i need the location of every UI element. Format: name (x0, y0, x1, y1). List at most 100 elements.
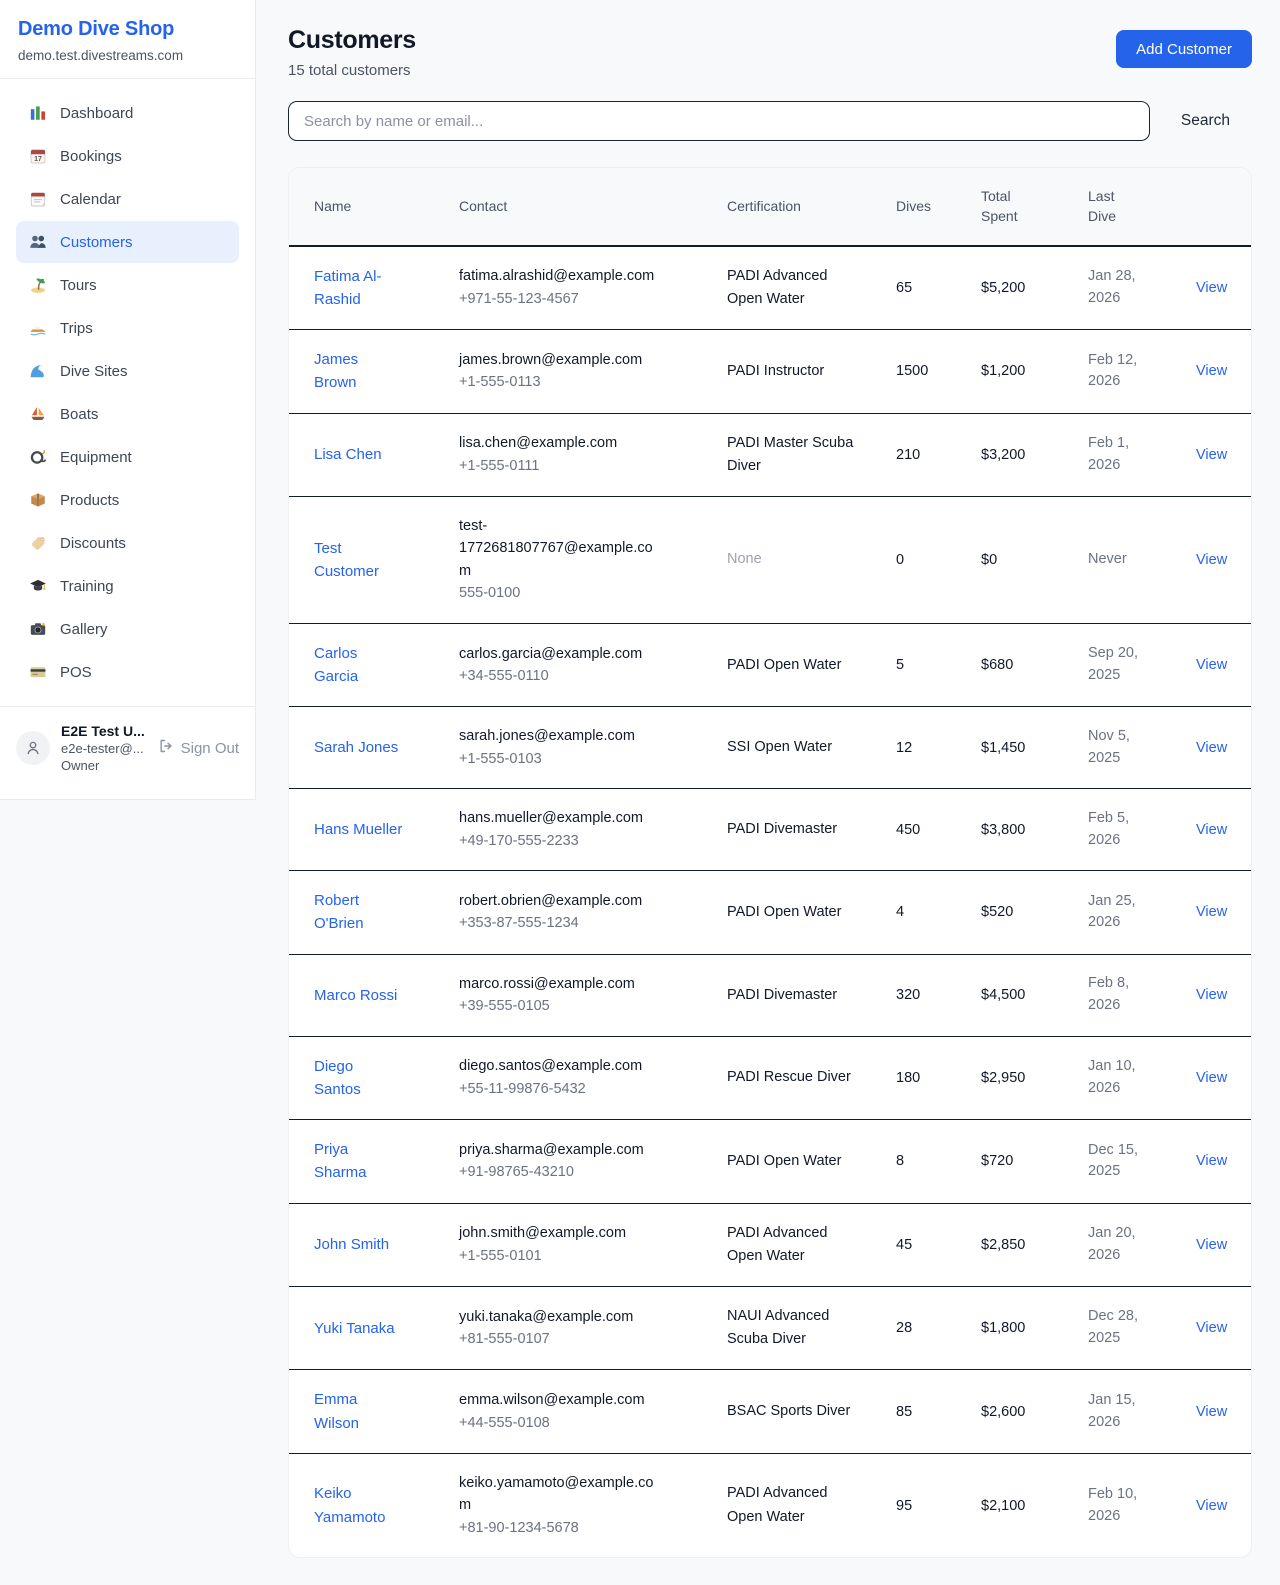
view-customer-link[interactable]: View (1196, 822, 1227, 838)
view-customer-link[interactable]: View (1196, 1320, 1227, 1336)
column-header-certification: Certification (727, 168, 896, 246)
customer-name-link[interactable]: Yuki Tanaka (314, 1320, 395, 1337)
sidebar-item-pos[interactable]: POS (16, 651, 239, 693)
cell-actions: View (1196, 1453, 1252, 1557)
person-icon (24, 739, 42, 757)
customer-certification: BSAC Sports Diver (727, 1403, 850, 1419)
view-customer-link[interactable]: View (1196, 552, 1227, 568)
sidebar-item-discounts[interactable]: Discounts (16, 522, 239, 564)
brand: Demo Dive Shop demo.test.divestreams.com (0, 0, 255, 78)
cell-actions: View (1196, 707, 1252, 789)
view-customer-link[interactable]: View (1196, 1070, 1227, 1086)
table-row: Diego Santosdiego.santos@example.com+55-… (289, 1036, 1252, 1120)
sidebar-item-training[interactable]: Training (16, 565, 239, 607)
table-row: Hans Muellerhans.mueller@example.com+49-… (289, 789, 1252, 871)
sign-out-label: Sign Out (181, 740, 239, 757)
customer-name-link[interactable]: Diego Santos (314, 1058, 361, 1098)
sidebar-item-equipment[interactable]: Equipment (16, 436, 239, 478)
search-button[interactable]: Search (1181, 112, 1230, 130)
sidebar-item-customers[interactable]: Customers (16, 221, 239, 263)
cell-actions: View (1196, 789, 1252, 871)
cell-dives: 320 (896, 954, 981, 1036)
cell-last-dive: Jan 28, 2026 (1088, 246, 1196, 330)
cell-last-dive: Never (1088, 496, 1196, 623)
view-customer-link[interactable]: View (1196, 657, 1227, 673)
view-customer-link[interactable]: View (1196, 987, 1227, 1003)
table-row: Keiko Yamamoto keiko.yamamoto@example.com… (289, 1453, 1252, 1557)
table-row: Carlos Garciacarlos.garcia@example.com+3… (289, 623, 1252, 707)
customer-phone: +39-555-0105 (459, 995, 661, 1017)
cell-dives: 95 (896, 1453, 981, 1557)
view-customer-link[interactable]: View (1196, 740, 1227, 756)
view-customer-link[interactable]: View (1196, 1404, 1227, 1420)
view-customer-link[interactable]: View (1196, 1498, 1227, 1514)
sign-out-button[interactable]: Sign Out (158, 738, 239, 758)
table-row: Fatima Al-Rashidfatima.alrashid@example.… (289, 246, 1252, 330)
view-customer-link[interactable]: View (1196, 447, 1227, 463)
graduation-cap-icon (29, 577, 47, 595)
cell-total-spent: $1,450 (981, 707, 1088, 789)
cell-contact: james.brown@example.com+1-555-0113 (459, 330, 727, 414)
table-row: Priya Sharma priya.sharma@example.com+91-… (289, 1120, 1252, 1204)
cell-name: Keiko Yamamoto (289, 1453, 459, 1557)
sidebar-item-dive-sites[interactable]: Dive Sites (16, 350, 239, 392)
customer-name-link[interactable]: Hans Mueller (314, 821, 402, 838)
cell-certification: PADI Advanced Open Water (727, 246, 896, 330)
sidebar-item-tours[interactable]: Tours (16, 264, 239, 306)
user-section: E2E Test U... e2e-tester@... Owner Sign … (0, 707, 255, 799)
view-customer-link[interactable]: View (1196, 904, 1227, 920)
customer-name-link[interactable]: Test Customer (314, 540, 379, 580)
table-header-row: Name Contact Certification Dives Total S… (289, 168, 1252, 246)
customer-name-link[interactable]: Priya Sharma (314, 1141, 367, 1181)
cell-last-dive: Feb 8, 2026 (1088, 954, 1196, 1036)
calendar-icon (29, 190, 47, 208)
customer-name-link[interactable]: Lisa Chen (314, 446, 382, 463)
cell-total-spent: $520 (981, 871, 1088, 955)
search-bar: Search (288, 101, 1252, 141)
customers-table-card: Name Contact Certification Dives Total S… (288, 167, 1252, 1558)
cell-contact: keiko.yamamoto@example.com+81-90-1234-56… (459, 1453, 727, 1557)
sidebar-item-label: Calendar (60, 191, 121, 208)
cell-name: Marco Rossi (289, 954, 459, 1036)
sidebar-item-products[interactable]: Products (16, 479, 239, 521)
customer-phone: 555-0100 (459, 582, 661, 604)
customer-phone: +1-555-0103 (459, 748, 661, 770)
sidebar-item-label: Training (60, 578, 114, 595)
cell-certification: PADI Open Water (727, 623, 896, 707)
customer-email: hans.mueller@example.com (459, 807, 661, 829)
customer-name-link[interactable]: Fatima Al-Rashid (314, 268, 382, 308)
customer-email: james.brown@example.com (459, 349, 661, 371)
dive-mask-icon (29, 448, 47, 466)
customer-name-link[interactable]: Marco Rossi (314, 987, 397, 1004)
sidebar-item-dashboard[interactable]: Dashboard (16, 92, 239, 134)
customer-name-link[interactable]: Carlos Garcia (314, 645, 358, 685)
user-info: E2E Test U... e2e-tester@... Owner (61, 723, 147, 773)
cell-contact: priya.sharma@example.com+91-98765-43210 (459, 1120, 727, 1204)
sidebar-item-boats[interactable]: Boats (16, 393, 239, 435)
view-customer-link[interactable]: View (1196, 363, 1227, 379)
search-input[interactable] (288, 101, 1150, 141)
customer-name-link[interactable]: James Brown (314, 351, 358, 391)
cell-name: John Smith (289, 1203, 459, 1286)
customer-name-link[interactable]: Sarah Jones (314, 739, 398, 756)
customer-name-link[interactable]: Emma Wilson (314, 1391, 359, 1431)
customer-name-link[interactable]: John Smith (314, 1236, 389, 1253)
view-customer-link[interactable]: View (1196, 1237, 1227, 1253)
sidebar-item-bookings[interactable]: 17Bookings (16, 135, 239, 177)
view-customer-link[interactable]: View (1196, 1153, 1227, 1169)
cell-actions: View (1196, 246, 1252, 330)
customer-name-link[interactable]: Keiko Yamamoto (314, 1485, 385, 1525)
cell-last-dive: Jan 20, 2026 (1088, 1203, 1196, 1286)
view-customer-link[interactable]: View (1196, 280, 1227, 296)
sidebar-item-gallery[interactable]: Gallery (16, 608, 239, 650)
cell-last-dive: Jan 15, 2026 (1088, 1370, 1196, 1454)
sidebar-item-trips[interactable]: Trips (16, 307, 239, 349)
user-role: Owner (61, 758, 147, 773)
cell-certification: PADI Open Water (727, 1120, 896, 1204)
sidebar-item-calendar[interactable]: Calendar (16, 178, 239, 220)
cell-actions: View (1196, 1120, 1252, 1204)
add-customer-button[interactable]: Add Customer (1116, 30, 1252, 68)
customer-certification: PADI Open Water (727, 1153, 841, 1169)
sidebar-item-label: Discounts (60, 535, 126, 552)
customer-name-link[interactable]: Robert O'Brien (314, 892, 364, 932)
